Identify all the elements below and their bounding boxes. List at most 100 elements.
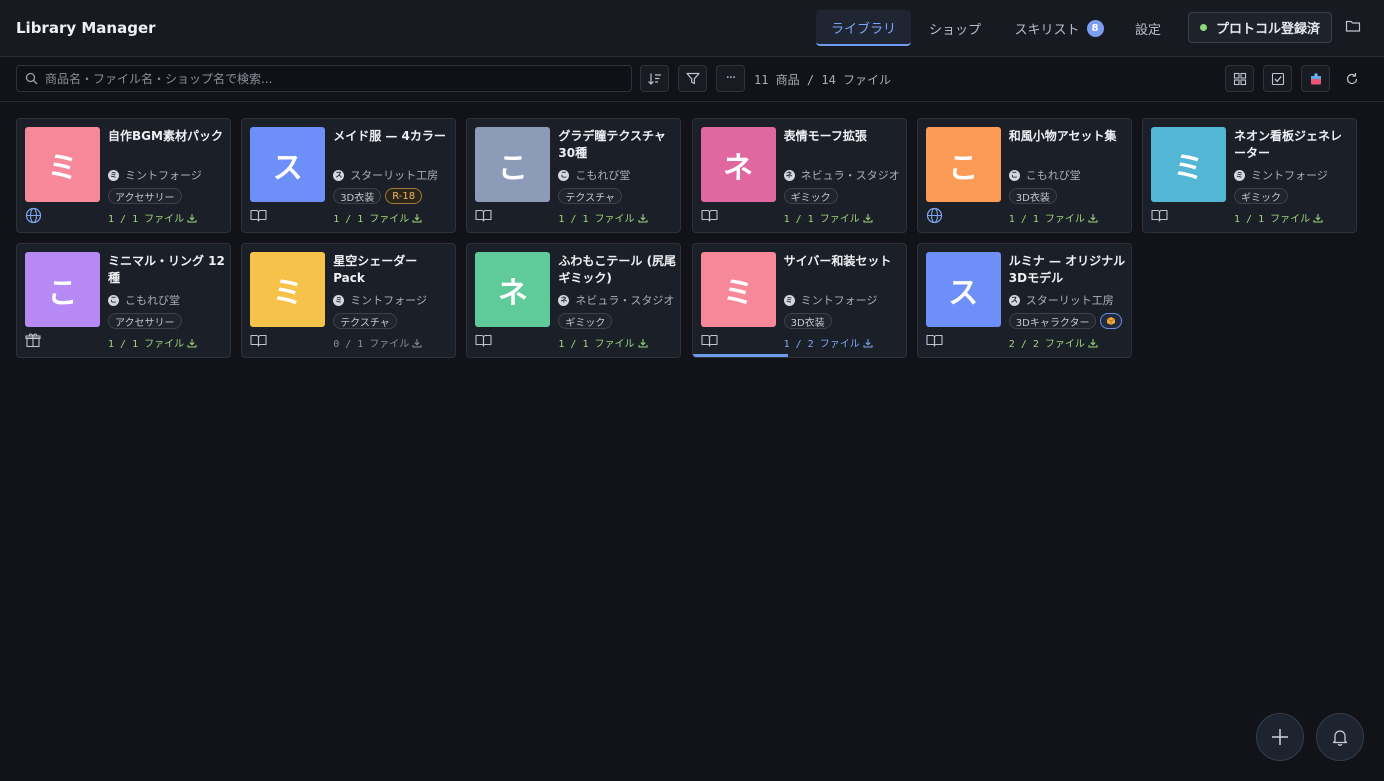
tab-settings[interactable]: 設定 [1122,10,1174,46]
tab-shop[interactable]: ショップ [915,10,995,46]
item-type-button[interactable] [475,332,493,348]
item-card[interactable]: こミニマル・リング 12種ここもれび堂 アクセサリー 1 / 1 ファイル [16,243,231,358]
package-button[interactable] [1301,65,1330,92]
file-count-label: 1 / 1 ファイル [1008,214,1085,225]
book-icon [701,334,718,347]
item-type-button[interactable] [250,332,268,348]
thumbnail-initial: ミ [272,275,303,311]
category-tag: 3D衣装 [783,313,832,329]
wishlist-count-badge: 8 [1086,19,1104,37]
book-icon [250,334,267,347]
shop-avatar: ス [333,169,345,181]
download-icon [860,213,873,223]
item-shop[interactable]: ススターリット工房 [1008,292,1114,308]
sort-button[interactable] [640,65,669,92]
file-count[interactable]: 1 / 1 ファイル [108,335,197,350]
item-card[interactable]: ミ サイバー和装セットミミントフォージ 3D衣装 1 / 2 ファイル [691,243,907,358]
file-count[interactable]: 1 / 1 ファイル [108,210,197,225]
thumbnail-initial: こ [948,150,979,186]
item-card[interactable]: ネふわもこテール (尻尾ギミック) ネネビュラ・スタジオ ギミック 1 / 1 ファイ… [466,243,682,358]
book-icon [926,334,943,347]
item-shop[interactable]: ネネビュラ・スタジオ [558,292,674,308]
item-card[interactable]: ミ 自作BGM素材パックミミントフォージ アクセサリー 1 / 1 ファイル [16,118,231,233]
item-thumbnail: ミ [1151,127,1226,202]
file-count[interactable]: 2 / 2 ファイル [1009,335,1098,350]
tab-wishlist[interactable]: スキリスト 8 [1001,10,1117,46]
status-dot [1199,24,1207,31]
shop-avatar: こ [1008,169,1020,181]
item-card[interactable]: こグラデ瞳テクスチャ 30種ここもれび堂 テクスチャ 1 / 1 ファイル [466,118,682,233]
checkbox-icon [1271,72,1284,85]
thumbnail-initial: ミ [723,275,754,311]
shop-avatar: ネ [783,169,795,181]
shop-name: ネビュラ・スタジオ [800,169,900,182]
item-card[interactable]: ネ 表情モーフ拡張ネネビュラ・スタジオ ギミック 1 / 1 ファイル [691,118,907,233]
item-card[interactable]: ス メイド服 — 4カラーススターリット工房 3D衣装 R-18 1 / 1 ファイル [241,118,457,233]
item-shop[interactable]: ネネビュラ・スタジオ [783,167,900,183]
item-thumbnail: こ [475,127,551,202]
item-shop[interactable]: ミミントフォージ [783,292,877,308]
item-type-button[interactable] [926,207,944,223]
file-count[interactable]: 1 / 1 ファイル [558,210,648,225]
add-item-button[interactable] [1256,713,1304,761]
grid-view-button[interactable] [1225,65,1254,92]
download-progress-bar [692,354,789,357]
filter-button[interactable] [678,65,707,92]
item-shop[interactable]: ミミントフォージ [1234,167,1328,183]
r18-badge: R-18 [385,188,423,204]
protocol-status-button[interactable]: プロトコル登録済 [1188,12,1332,43]
tab-library[interactable]: ライブラリ [816,10,911,46]
item-type-button[interactable] [25,207,43,223]
download-icon [635,338,648,348]
item-type-button[interactable] [250,207,268,223]
item-type-button[interactable] [701,332,719,348]
file-count[interactable]: 1 / 2 ファイル [784,335,873,350]
item-card[interactable]: ミ星空シェーダー Pack ミミントフォージ テクスチャ 0 / 1 ファイル [241,243,457,358]
item-type-button[interactable] [926,332,944,348]
thumbnail-initial: ネ [723,150,754,186]
globe-icon [25,207,42,224]
item-card[interactable]: スルミナ — オリジナル3Dモデルススターリット工房 3Dキャラクター 2 / 2 … [916,243,1132,358]
item-shop[interactable]: ここもれび堂 [108,292,180,308]
item-type-button[interactable] [701,207,719,223]
category-tag: ギミック [558,313,613,329]
more-button[interactable]: ··· [716,65,745,92]
book-icon [475,209,492,222]
item-title: 星空シェーダー Pack [333,254,418,285]
select-mode-button[interactable] [1263,65,1292,92]
item-type-button[interactable] [25,332,43,348]
category-tag: 3Dキャラクター [1008,313,1097,329]
category-tag: テクスチャ [333,313,397,329]
item-card[interactable]: ミネオン看板ジェネレーターミミントフォージ ギミック 1 / 1 ファイル [1142,118,1357,233]
open-folder-button[interactable] [1343,17,1363,35]
category-tag: テクスチャ [558,188,622,204]
item-tags: 3Dキャラクター [1008,313,1127,329]
item-shop[interactable]: ミミントフォージ [333,292,427,308]
notifications-button[interactable] [1316,713,1364,761]
item-shop[interactable]: ここもれび堂 [1008,167,1081,183]
item-tags: アクセサリー [108,188,186,204]
shop-name: こもれび堂 [575,169,631,182]
item-type-button[interactable] [475,207,493,223]
file-count[interactable]: 1 / 1 ファイル [784,210,873,225]
top-bar: Library Manager ライブラリ ショップ スキリスト 8 設定 プロ… [0,0,1384,57]
item-shop[interactable]: ススターリット工房 [333,167,438,183]
filter-icon [685,72,700,85]
globe-icon [926,207,943,224]
file-count[interactable]: 1 / 1 ファイル [333,210,422,225]
download-icon [860,338,873,348]
box-icon [1106,316,1116,326]
item-shop[interactable]: ここもれび堂 [558,167,630,183]
category-tag: 3D衣装 [333,188,382,204]
item-type-button[interactable] [1151,207,1169,223]
reload-button[interactable] [1342,69,1362,89]
item-thumbnail: こ [925,127,1001,202]
item-shop[interactable]: ミミントフォージ [108,167,202,183]
file-count-label: 2 / 2 ファイル [1008,339,1085,350]
file-count[interactable]: 0 / 1 ファイル [333,335,422,350]
item-card[interactable]: こ 和風小物アセット集ここもれび堂 3D衣装 1 / 1 ファイル [916,118,1132,233]
search-input[interactable] [45,68,625,89]
file-count[interactable]: 1 / 1 ファイル [1009,210,1098,225]
file-count[interactable]: 1 / 1 ファイル [1234,210,1323,225]
file-count[interactable]: 1 / 1 ファイル [558,335,648,350]
